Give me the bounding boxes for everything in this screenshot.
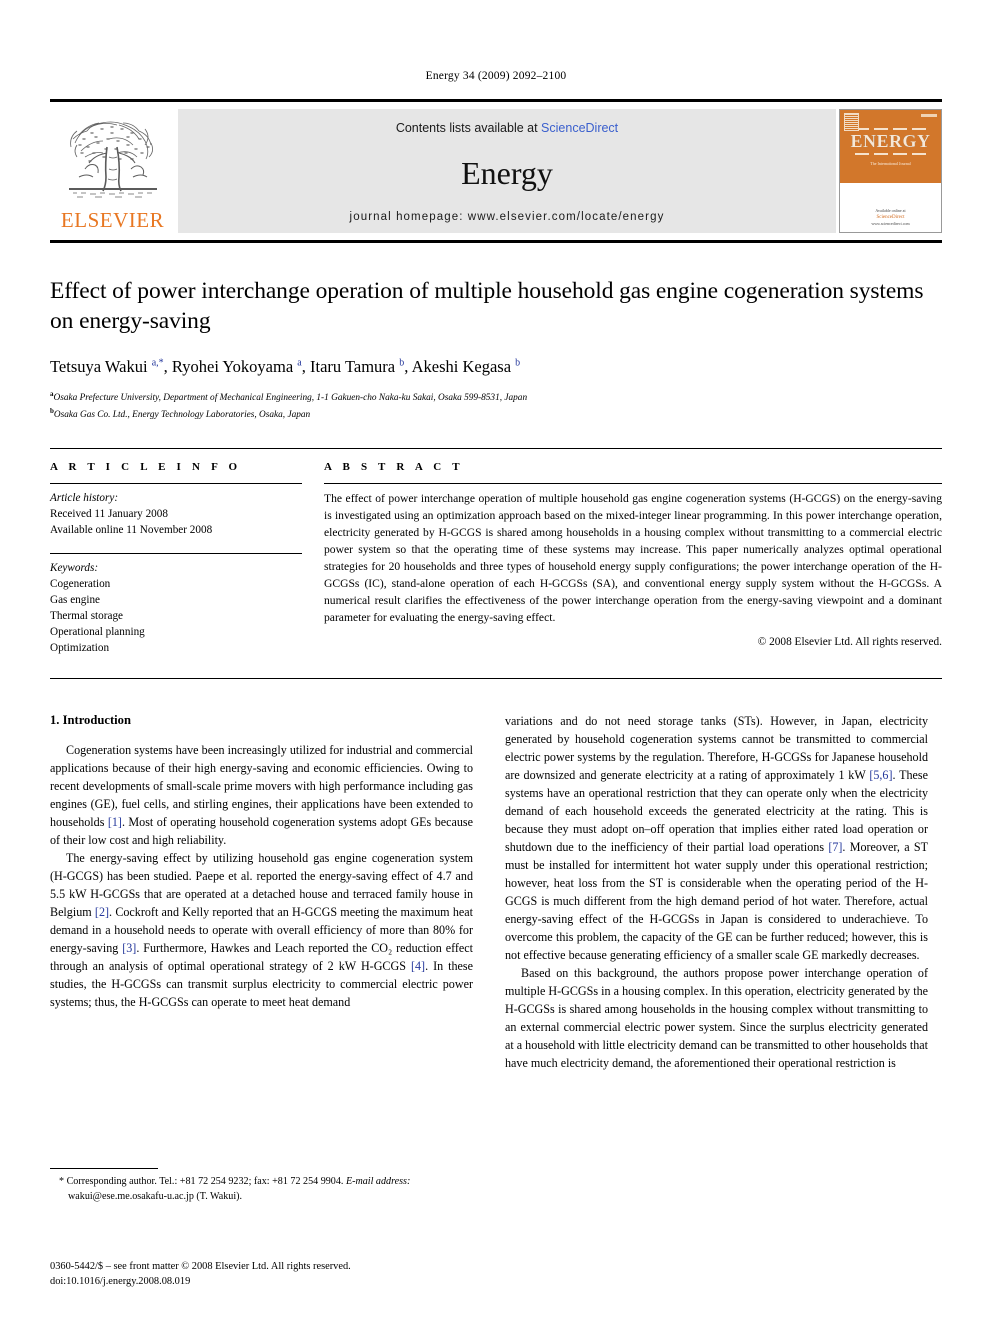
body-paragraph: variations and do not need storage tanks… (505, 714, 928, 962)
corresponding-author-footnote: * Corresponding author. Tel.: +81 72 254… (50, 1168, 473, 1204)
keyword-item: Thermal storage (50, 609, 123, 622)
journal-homepage-link[interactable]: journal homepage: www.elsevier.com/locat… (350, 211, 665, 223)
intro-left-paragraphs: Cogeneration systems have been increasin… (50, 742, 473, 1011)
cover-elsevier-mini-icon (844, 113, 859, 131)
elsevier-logo: ELSEVIER (50, 109, 175, 233)
citation-link[interactable]: [2] (95, 905, 109, 919)
author-separator: , (163, 356, 172, 376)
affiliation-text: Osaka Gas Co. Ltd., Energy Technology La… (53, 409, 311, 420)
journal-title: Energy (461, 155, 553, 191)
article-history-label: Article history: (50, 492, 119, 505)
body-columns: 1. Introduction Cogeneration systems hav… (50, 713, 942, 1202)
cover-sciencedirect-brand: ScienceDirect (876, 214, 905, 220)
affiliation-line: aOsaka Prefecture University, Department… (50, 389, 942, 406)
article-info-column: A R T I C L E I N F O Article history: R… (50, 461, 302, 656)
corresponding-author-text: Corresponding author. Tel.: +81 72 254 9… (66, 1176, 346, 1188)
author-separator: , (404, 356, 412, 376)
page-footer: 0360-5442/$ – see front matter © 2008 El… (50, 1260, 510, 1290)
affiliation-line: bOsaka Gas Co. Ltd., Energy Technology L… (50, 406, 942, 423)
keyword-item: Optimization (50, 641, 110, 654)
running-head: Energy 34 (2009) 2092–2100 (425, 70, 567, 82)
abstract-copyright: © 2008 Elsevier Ltd. All rights reserved… (757, 635, 942, 648)
article-info-rule (50, 483, 302, 485)
elsevier-tree-icon (68, 121, 157, 198)
article-history-lines: Received 11 January 2008 Available online… (50, 507, 302, 539)
abstract-heading: A B S T R A C T (324, 461, 464, 474)
keyword-item: Operational planning (50, 625, 145, 638)
citation-link[interactable]: [3] (122, 941, 136, 955)
article-info-heading: A R T I C L E I N F O (50, 461, 242, 474)
cover-title: ENERGY (850, 130, 931, 151)
affiliation-list: aOsaka Prefecture University, Department… (50, 389, 942, 422)
author-name: Ryohei Yokoyama (171, 356, 298, 376)
email-address-label: E-mail address: (345, 1176, 411, 1188)
body-column-right: variations and do not need storage tanks… (505, 713, 928, 1072)
body-paragraph: The energy-saving effect by utilizing ho… (50, 851, 474, 1009)
citation-link[interactable]: [4] (411, 959, 425, 973)
elsevier-wordmark: ELSEVIER (60, 208, 165, 232)
keyword-item: Cogeneration (50, 577, 111, 590)
cover-issn-bar (921, 114, 937, 117)
author-list: Tetsuya Wakui a,*, Ryohei Yokoyama a, It… (50, 356, 942, 377)
abstract-bottom-rule (50, 678, 942, 680)
citation-link[interactable]: [5,6] (869, 768, 892, 782)
page-title: Effect of power interchange operation of… (50, 278, 924, 334)
info-abstract-section: A R T I C L E I N F O Article history: R… (50, 448, 942, 656)
cover-available-label: Available online at (875, 207, 906, 213)
author-name: Tetsuya Wakui (50, 356, 152, 376)
cover-topic-row-lower (855, 152, 926, 155)
corresponding-author-email-link[interactable]: wakui@ese.me.osakafu-u.ac.jp (68, 1191, 194, 1202)
author-affiliation-mark: a,* (151, 357, 164, 369)
footnote-divider (50, 1168, 158, 1170)
citation-link[interactable]: [1] (108, 815, 122, 829)
doi-line: doi:10.1016/j.energy.2008.08.019 (50, 1276, 191, 1288)
cover-subtitle: The International Journal (870, 160, 911, 166)
title-block: Effect of power interchange operation of… (50, 243, 942, 422)
cover-sciencedirect-url: www.sciencedirect.com (871, 221, 910, 226)
abstract-column: A B S T R A C T The effect of power inte… (324, 461, 942, 656)
section-heading-introduction: 1. Introduction (50, 713, 131, 728)
contents-available-line: Contents lists available at ScienceDirec… (396, 121, 618, 135)
author-name: Itaru Tamura (310, 356, 400, 376)
author-affiliation-mark: b (515, 357, 521, 369)
article-history-line: Available online 11 November 2008 (50, 524, 213, 537)
masthead-center-band: Contents lists available at ScienceDirec… (178, 109, 836, 233)
email-owner: (T. Wakui). (193, 1191, 243, 1203)
cover-topic-row-upper (855, 127, 926, 130)
cover-top-panel: ENERGY The International Journal (840, 110, 941, 184)
contents-prefix: Contents lists available at (395, 121, 542, 135)
author-separator: , (301, 356, 310, 376)
author-name: Akeshi Kegasa (411, 356, 516, 376)
keywords-label: Keywords: (50, 561, 99, 574)
intro-right-paragraphs: variations and do not need storage tanks… (505, 713, 928, 1072)
paper-page: Energy 34 (2009) 2092–2100 ELSEVIER Cont… (0, 0, 992, 1323)
body-paragraph: Based on this background, the authors pr… (505, 965, 928, 1070)
sciencedirect-link[interactable]: ScienceDirect (541, 121, 618, 135)
keyword-item: Gas engine (50, 593, 101, 606)
keywords-rule (50, 552, 302, 554)
citation-link[interactable]: [7] (828, 840, 842, 854)
journal-cover-thumbnail[interactable]: ENERGY The International Journal Availab… (839, 109, 942, 233)
abstract-rule (324, 483, 942, 485)
issn-line: 0360-5442/$ – see front matter © 2008 El… (50, 1261, 351, 1273)
article-history-line: Received 11 January 2008 (50, 508, 168, 521)
footnote-text: * Corresponding author. Tel.: +81 72 254… (50, 1175, 473, 1204)
body-column-left: 1. Introduction Cogeneration systems hav… (50, 713, 473, 1202)
cover-sciencedirect-block: Available online at ScienceDirect www.sc… (871, 208, 909, 228)
journal-masthead: ELSEVIER Contents lists available at Sci… (50, 99, 942, 243)
keyword-list: Cogeneration Gas engine Thermal storage Ope… (50, 577, 302, 657)
footnote-star: * (59, 1176, 67, 1188)
abstract-text: The effect of power interchange operatio… (324, 492, 942, 624)
body-paragraph: Cogeneration systems have been increasin… (50, 743, 473, 848)
cover-bottom-panel: Available online at ScienceDirect www.sc… (840, 183, 941, 232)
affiliation-text: Osaka Prefecture University, Department … (53, 393, 528, 404)
